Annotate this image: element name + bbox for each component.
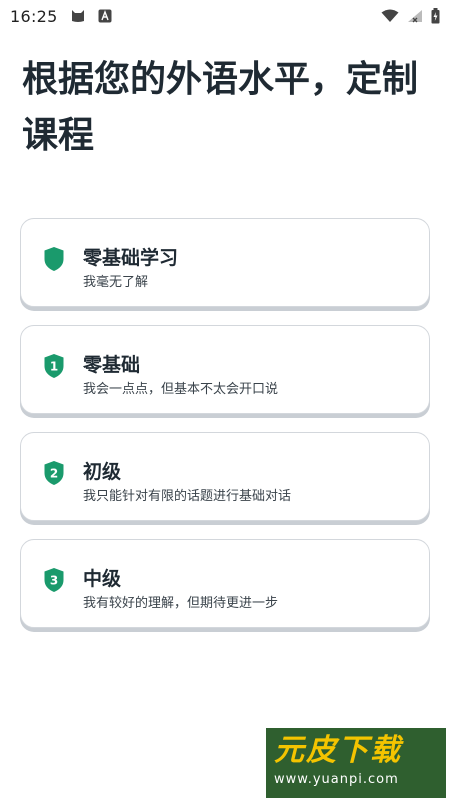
level-options: 零基础学习 我毫无了解 1 零基础 我会一点点，但基本不太会开口说 2 初级 我… (20, 218, 430, 646)
watermark-url: www.yuanpi.com (274, 772, 399, 787)
level-option-beginner-learning[interactable]: 零基础学习 我毫无了解 (20, 218, 430, 307)
option-description: 我毫无了解 (83, 275, 149, 290)
watermark-logo: 元皮下载 (274, 733, 402, 768)
option-description: 我会一点点，但基本不太会开口说 (83, 382, 279, 397)
shield-number-icon: 1 (44, 354, 64, 378)
wifi-icon (381, 9, 399, 23)
a-notification-icon (98, 9, 112, 23)
option-description: 我只能针对有限的话题进行基础对话 (83, 489, 292, 504)
status-bar: 16:25 (0, 0, 450, 32)
level-option-zero-basic[interactable]: 1 零基础 我会一点点，但基本不太会开口说 (20, 325, 430, 414)
option-title: 中级 (83, 568, 122, 590)
option-title: 零基础 (83, 354, 141, 376)
status-time: 16:25 (10, 6, 58, 26)
badge-number: 3 (50, 574, 58, 588)
shield-number-icon: 2 (44, 461, 64, 485)
status-left: 16:25 (10, 7, 112, 26)
status-right (381, 8, 440, 24)
badge-number: 1 (50, 360, 58, 374)
option-description: 我有较好的理解，但期待更进一步 (83, 596, 279, 611)
signal-icon (407, 9, 423, 23)
option-title: 零基础学习 (83, 247, 179, 269)
battery-icon (431, 8, 440, 24)
shield-icon (44, 247, 64, 271)
level-option-intermediate[interactable]: 3 中级 我有较好的理解，但期待更进一步 (20, 539, 430, 628)
watermark: 元皮下载 www.yuanpi.com (266, 728, 446, 798)
option-title: 初级 (83, 461, 122, 483)
level-option-elementary[interactable]: 2 初级 我只能针对有限的话题进行基础对话 (20, 432, 430, 521)
shield-number-icon: 3 (44, 568, 64, 592)
badge-number: 2 (50, 467, 58, 481)
page-title: 根据您的外语水平，定制课程 (22, 59, 419, 156)
cat-notification-icon (70, 9, 86, 23)
